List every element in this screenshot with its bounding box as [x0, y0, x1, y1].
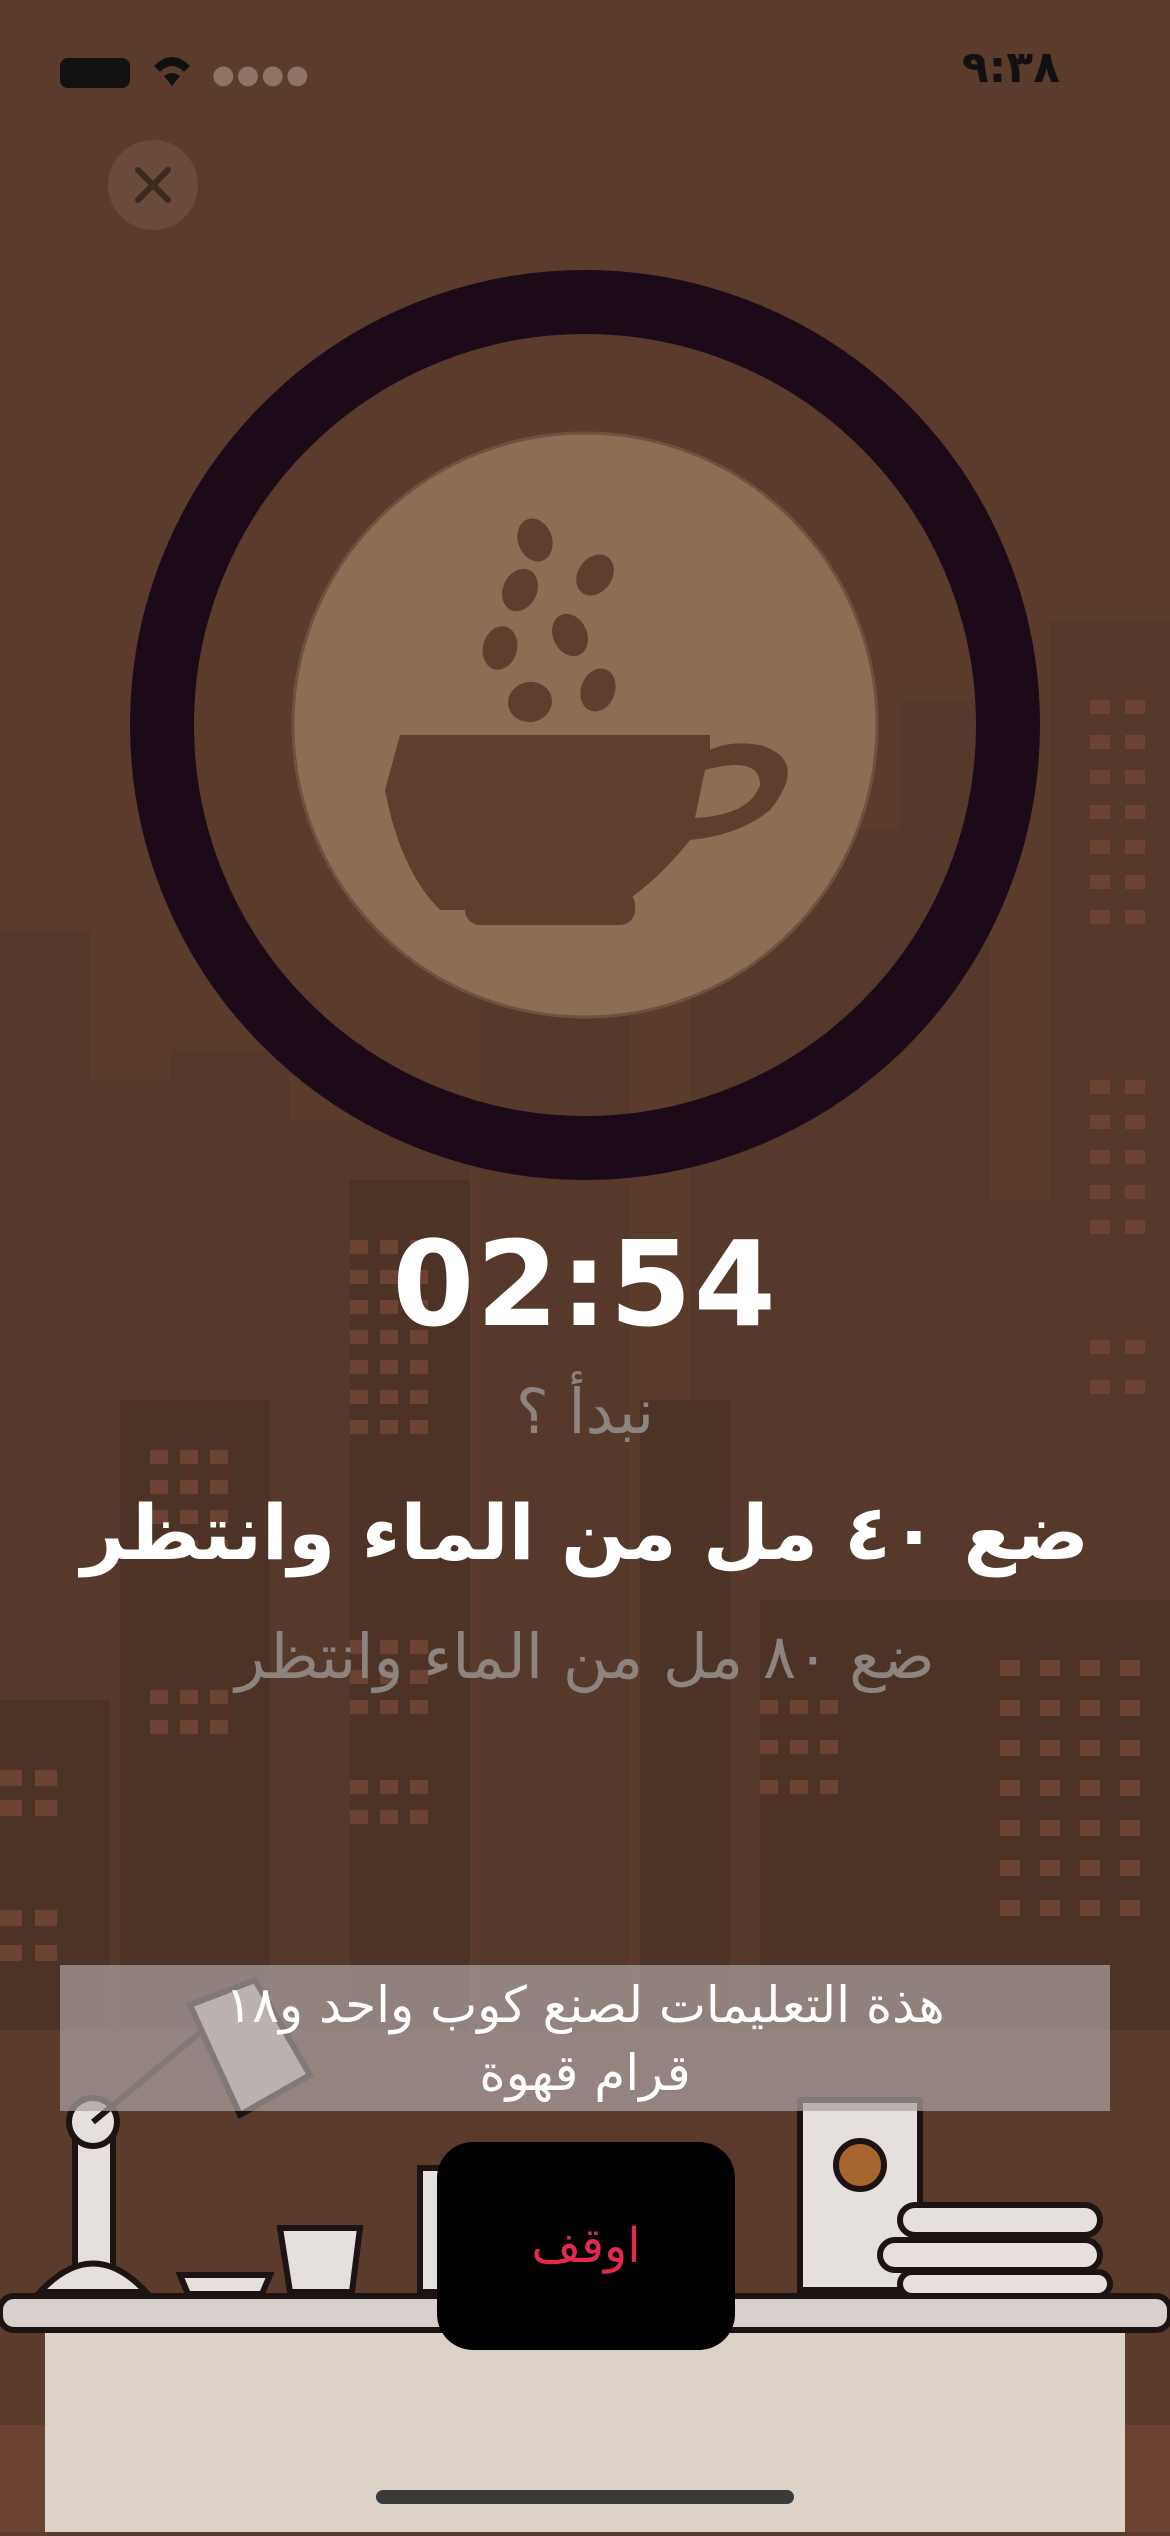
battery-icon	[60, 58, 130, 88]
info-banner: هذة التعليمات لصنع كوب واحد و١٨ قرام قهو…	[60, 1965, 1110, 2111]
previous-step-text: نبدأ ؟	[515, 1375, 655, 1448]
close-button[interactable]	[108, 140, 198, 230]
wifi-icon	[154, 57, 190, 86]
timer-progress-ring	[130, 270, 1040, 1180]
cup-disc	[291, 431, 879, 1019]
info-banner-line2: قرام قهوة	[479, 2044, 691, 2102]
stop-button[interactable]: اوقف	[437, 2142, 735, 2350]
cellular-signal-icon: ●●●●	[212, 60, 311, 90]
home-indicator[interactable]	[376, 2490, 794, 2504]
info-banner-line1: هذة التعليمات لصنع كوب واحد و١٨	[225, 1976, 945, 2034]
status-time: ٩:٣٨	[961, 42, 1060, 93]
next-step-text: ضع ٨٠ مل من الماء وانتظر	[235, 1620, 935, 1693]
stop-button-label: اوقف	[531, 2218, 641, 2274]
timer-display: 02:54	[392, 1215, 778, 1353]
current-step-text: ضع ٤٠ مل من الماء وانتظر	[81, 1488, 1089, 1577]
close-icon	[135, 167, 171, 203]
